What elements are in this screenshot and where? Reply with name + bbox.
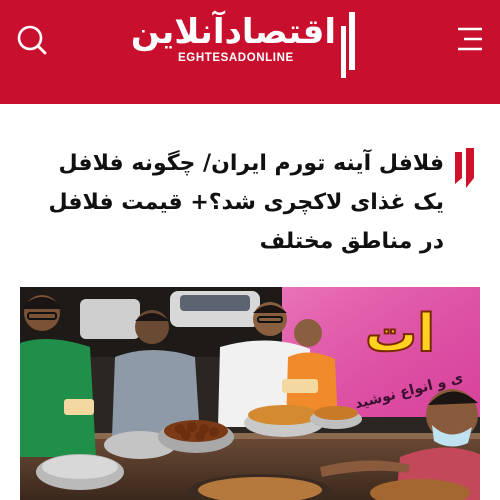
article-headline[interactable]: فلافل آینه تورم ایران/ چگونه فلافل یک غذ… bbox=[44, 144, 444, 261]
logo-text: اقتصادآنلاین bbox=[130, 12, 336, 52]
search-button[interactable] bbox=[14, 22, 50, 58]
sign-text-large: ات bbox=[365, 304, 435, 364]
falafel-scene-image: ات ی و انواع نوشید bbox=[20, 287, 480, 500]
logo-subtext: EGHTESADONLINE bbox=[178, 52, 294, 64]
article-photo[interactable]: ات ی و انواع نوشید bbox=[20, 287, 480, 500]
logo-mark-icon bbox=[341, 12, 355, 78]
menu-button[interactable] bbox=[456, 26, 484, 52]
hamburger-menu-icon bbox=[458, 27, 482, 51]
headline-marker-icon bbox=[455, 148, 474, 188]
site-logo[interactable]: اقتصادآنلاین EGHTESADONLINE bbox=[131, 6, 362, 88]
search-icon bbox=[17, 25, 47, 55]
site-header: اقتصادآنلاین EGHTESADONLINE bbox=[0, 0, 500, 104]
